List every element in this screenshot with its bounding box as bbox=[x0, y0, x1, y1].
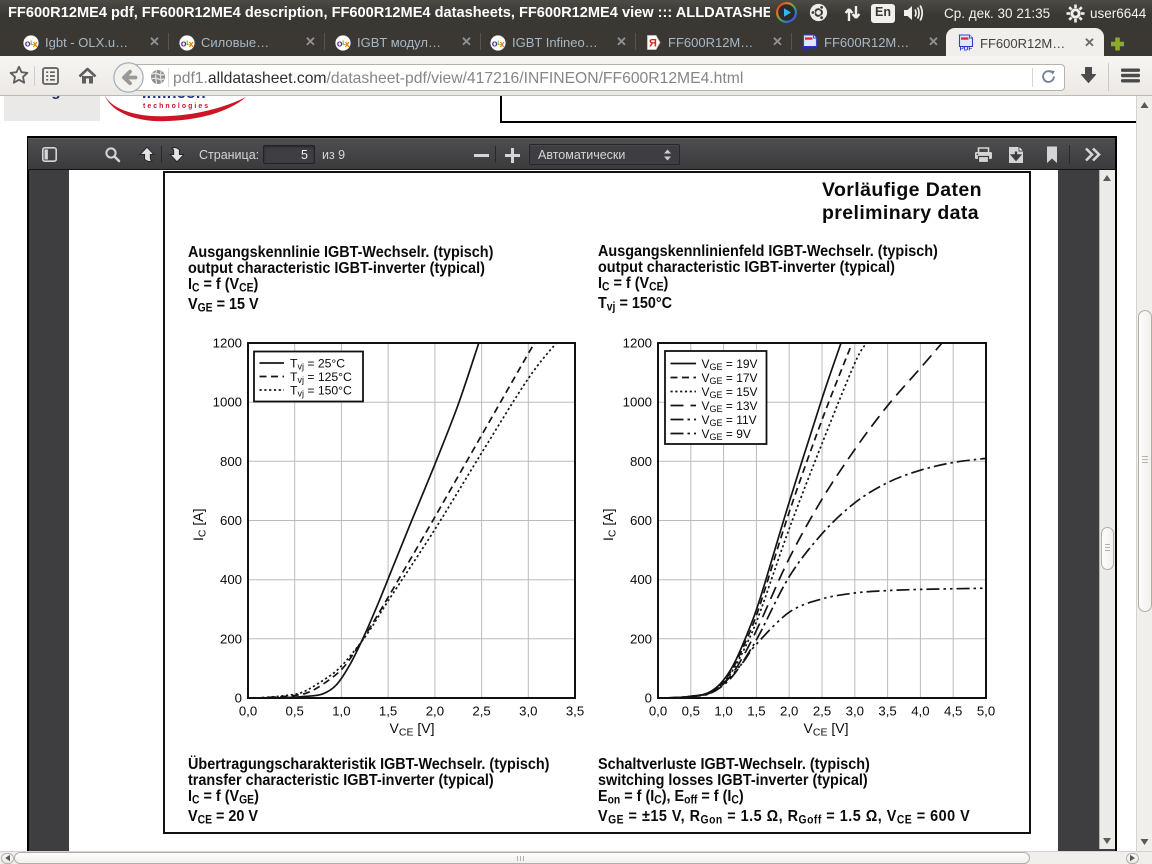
svg-text:VCE [V]: VCE [V] bbox=[804, 720, 849, 739]
svg-text:x: x bbox=[345, 39, 350, 49]
svg-text:IC [A]: IC [A] bbox=[190, 509, 209, 542]
svg-text:2,5: 2,5 bbox=[813, 704, 831, 719]
svg-text:1000: 1000 bbox=[213, 395, 242, 410]
svg-text:1200: 1200 bbox=[213, 336, 242, 351]
svg-text:1,0: 1,0 bbox=[714, 704, 732, 719]
svg-text:PDF: PDF bbox=[804, 46, 817, 53]
svg-text:x: x bbox=[189, 39, 194, 49]
svg-text:200: 200 bbox=[220, 631, 242, 646]
svg-text:2,5: 2,5 bbox=[472, 704, 490, 719]
svg-text:200: 200 bbox=[630, 631, 652, 646]
svg-text:IC [A]: IC [A] bbox=[600, 509, 619, 542]
svg-text:400: 400 bbox=[630, 572, 652, 587]
svg-text:2,0: 2,0 bbox=[426, 704, 444, 719]
svg-text:1200: 1200 bbox=[623, 336, 652, 351]
svg-text:1,0: 1,0 bbox=[332, 704, 350, 719]
svg-text:2,0: 2,0 bbox=[780, 704, 798, 719]
svg-text:3,5: 3,5 bbox=[566, 704, 584, 719]
svg-text:0,0: 0,0 bbox=[239, 704, 257, 719]
svg-text:800: 800 bbox=[630, 454, 652, 469]
svg-text:4,5: 4,5 bbox=[944, 704, 962, 719]
svg-text:600: 600 bbox=[220, 513, 242, 528]
svg-text:400: 400 bbox=[220, 572, 242, 587]
svg-text:3,5: 3,5 bbox=[878, 704, 896, 719]
svg-text:0,5: 0,5 bbox=[682, 704, 700, 719]
svg-text:Я: Я bbox=[649, 37, 657, 49]
svg-text:x: x bbox=[500, 39, 505, 49]
svg-text:x: x bbox=[33, 39, 38, 49]
svg-text:0,0: 0,0 bbox=[649, 704, 667, 719]
svg-text:3,0: 3,0 bbox=[846, 704, 864, 719]
svg-text:1,5: 1,5 bbox=[379, 704, 397, 719]
svg-text:technologies: technologies bbox=[143, 103, 210, 110]
svg-text:1,5: 1,5 bbox=[747, 704, 765, 719]
svg-text:4,0: 4,0 bbox=[911, 704, 929, 719]
svg-text:800: 800 bbox=[220, 454, 242, 469]
svg-text:Infineon: Infineon bbox=[142, 96, 206, 102]
svg-text:PDF: PDF bbox=[960, 46, 973, 53]
svg-text:5,0: 5,0 bbox=[977, 704, 995, 719]
svg-text:VCE [V]: VCE [V] bbox=[390, 720, 435, 739]
svg-text:600: 600 bbox=[630, 513, 652, 528]
svg-text:0,5: 0,5 bbox=[286, 704, 304, 719]
svg-text:VGE = 9V: VGE = 9V bbox=[702, 427, 751, 442]
svg-text:1000: 1000 bbox=[623, 395, 652, 410]
svg-text:3,0: 3,0 bbox=[519, 704, 537, 719]
